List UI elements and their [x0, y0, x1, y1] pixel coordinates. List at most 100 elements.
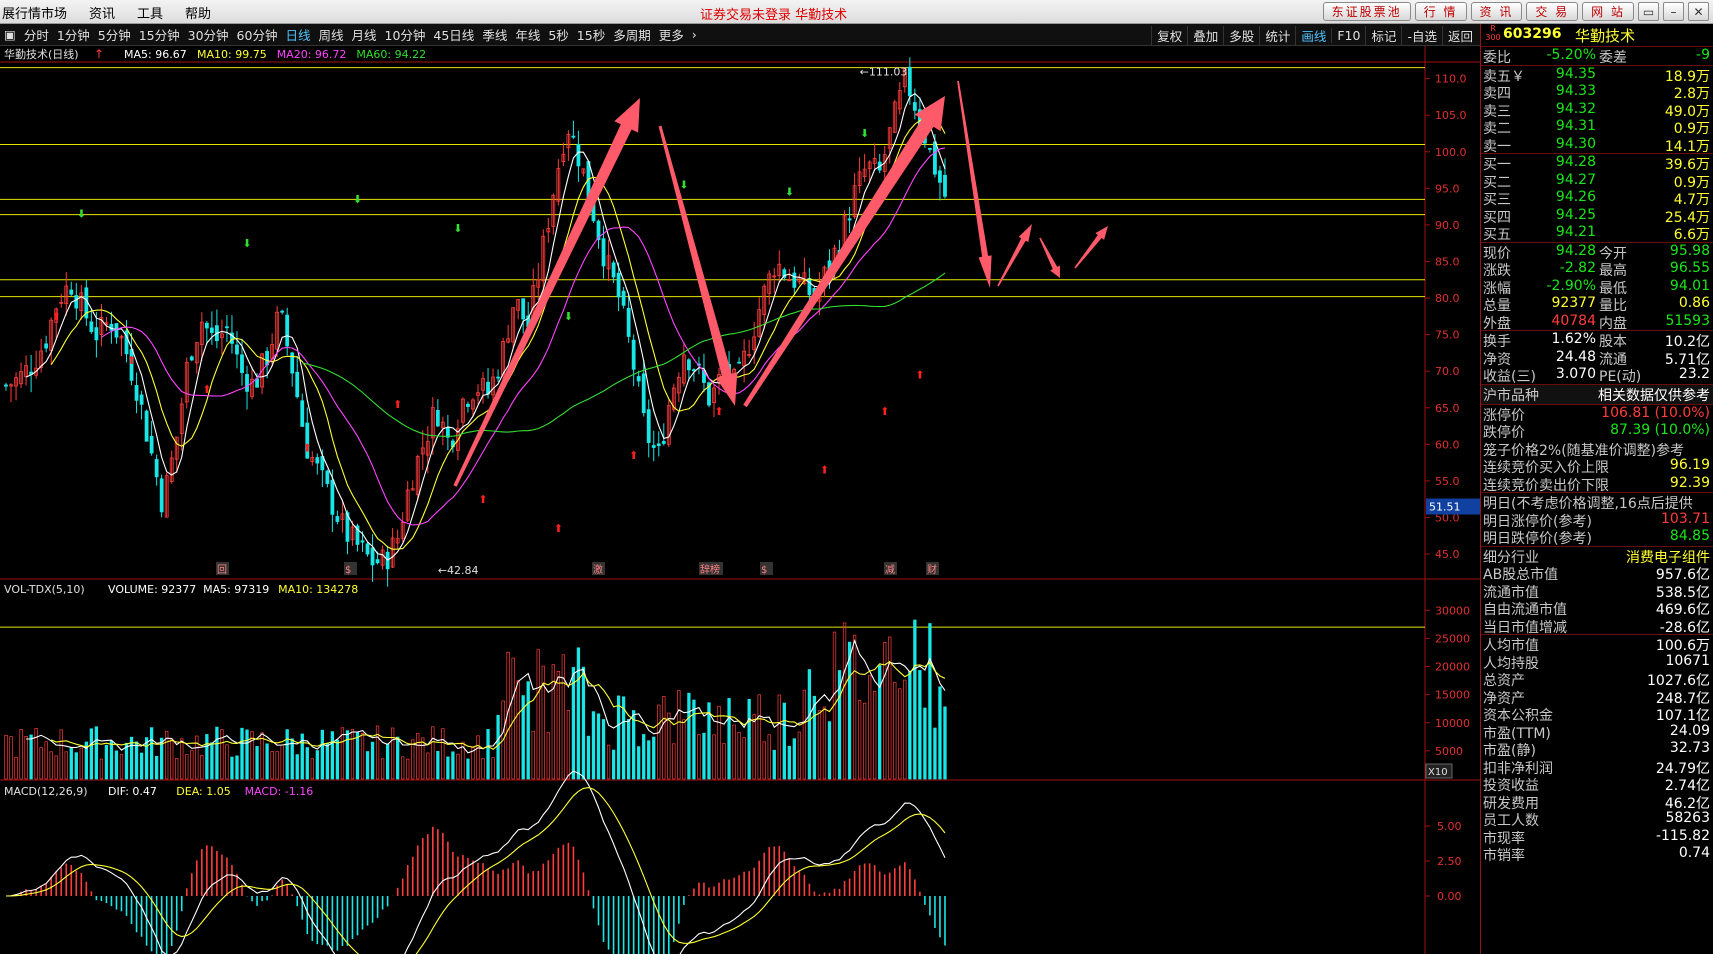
candle-body	[4, 384, 8, 387]
event-tag-1: $	[345, 565, 351, 576]
bid-row-7: 买二 94.27 0.9万	[1483, 171, 1710, 191]
trade-button[interactable]: 交 易	[1526, 2, 1579, 21]
candle-body	[300, 400, 305, 427]
period-3[interactable]: 15分钟	[135, 25, 184, 44]
candle-body	[94, 327, 99, 341]
buy-marker-icon: ⬆	[52, 310, 61, 323]
fund2-row-9: 研发费用 46.2亿	[1483, 795, 1710, 812]
candle-body	[235, 344, 239, 355]
buy-marker-icon: ⬆	[880, 405, 889, 418]
tool-4[interactable]: 画线	[1295, 25, 1331, 45]
volume-bar	[812, 695, 817, 780]
volume-bar	[325, 742, 330, 780]
candle-body	[280, 310, 285, 313]
candle-body	[686, 359, 691, 371]
stat-row-13: 涨幅 -2.90% 最低 94.01	[1483, 277, 1710, 297]
period-1[interactable]: 1分钟	[53, 25, 94, 44]
period-9[interactable]: 10分钟	[381, 25, 430, 44]
event-tag-3: 辞榜	[700, 563, 720, 576]
period-6[interactable]: 日线	[281, 25, 314, 44]
volume-bar	[908, 671, 912, 780]
volume-bar	[385, 743, 390, 780]
menu-help[interactable]: 帮助	[185, 3, 211, 22]
chart-bg	[0, 46, 1480, 954]
volume-bar	[230, 756, 234, 780]
ma-label-1: MA10: 99.75	[197, 48, 267, 61]
candle-body	[335, 516, 340, 522]
news-button[interactable]: 资 讯	[1470, 2, 1523, 21]
tool-5[interactable]: F10	[1331, 27, 1365, 43]
candle-body	[225, 326, 229, 329]
top-buttons: 东证股票池 行 情 资 讯 交 易 网 站 ▭ – ✕	[1322, 2, 1709, 21]
volume-bar	[747, 699, 751, 780]
restore-icon[interactable]: ▭	[1638, 2, 1659, 21]
stat-row-17: 净资 24.48 流通 5.71亿	[1483, 348, 1710, 368]
ma-label-2: MA20: 96.72	[277, 48, 347, 61]
fund2-row-0: 人均市值 100.6万	[1483, 638, 1710, 654]
minimize-icon[interactable]: –	[1663, 2, 1684, 21]
volume-bar	[355, 731, 360, 780]
candle-body	[631, 339, 636, 370]
fund2-row-4: 资本公积金 107.1亿	[1483, 708, 1710, 724]
sell-marker-icon: ⬇	[353, 193, 362, 206]
candle-body	[69, 289, 74, 295]
period-11[interactable]: 季线	[478, 25, 511, 44]
candle-body	[89, 321, 94, 332]
volume-bar	[626, 719, 631, 780]
website-button[interactable]: 网 站	[1582, 2, 1634, 21]
tool-7[interactable]: -自选	[1401, 25, 1442, 45]
period-0[interactable]: 分时	[20, 25, 53, 44]
period-13[interactable]: 5秒	[544, 25, 572, 44]
ask-row-4: 卖二 94.31 0.9万	[1483, 118, 1710, 137]
tool-1[interactable]: 叠加	[1187, 25, 1223, 45]
toolbar-square-icon[interactable]: ▣	[0, 27, 20, 42]
volume-bar	[787, 745, 791, 780]
tool-6[interactable]: 标记	[1365, 25, 1401, 45]
candle-body	[375, 559, 380, 564]
kline-chart[interactable]: 华勤技术(日线) ↑ MA5: 96.67 MA10: 99.75 MA20: 96.7…	[0, 46, 1480, 954]
tool-0[interactable]: 复权	[1151, 25, 1187, 45]
fund2-row-3: 净资产 248.7亿	[1483, 690, 1710, 707]
tool-8[interactable]: 返回	[1441, 25, 1478, 45]
period-12[interactable]: 年线	[511, 25, 544, 44]
period-2[interactable]: 5分钟	[94, 25, 135, 44]
period-14[interactable]: 15秒	[573, 25, 609, 44]
price-tick-4: 90.0	[1435, 219, 1460, 232]
volume-bar	[632, 710, 636, 780]
price-tick-5: 85.0	[1435, 255, 1460, 268]
candle-body	[611, 262, 616, 278]
candle-body	[240, 354, 244, 373]
buy-marker-icon: ⬆	[127, 354, 136, 367]
chart-tools: 复权 叠加 多股 统计 画线 F10 标记 -自选 返回	[1151, 24, 1478, 46]
tool-2[interactable]: 多股	[1223, 25, 1259, 45]
volume-bar	[938, 686, 942, 780]
chevron-right-icon[interactable]: ›	[688, 27, 701, 42]
period-7[interactable]: 周线	[314, 25, 347, 44]
menu-tools[interactable]: 工具	[137, 3, 163, 22]
volume-bar	[918, 670, 922, 780]
tool-3[interactable]: 统计	[1259, 25, 1295, 45]
candle-body	[576, 143, 581, 167]
period-4[interactable]: 30分钟	[184, 25, 233, 44]
volume-bar	[847, 641, 852, 780]
volume-bar	[702, 732, 706, 780]
period-10[interactable]: 45日线	[429, 25, 478, 44]
volume-bar	[611, 749, 616, 780]
volume-bar	[89, 728, 94, 780]
title-menu-bar: 展行情市场 资讯 工具 帮助 证券交易未登录 华勤技术 东证股票池 行 情 资 …	[0, 0, 1713, 24]
candle-body	[144, 410, 149, 442]
period-8[interactable]: 月线	[347, 25, 380, 44]
quotes-button[interactable]: 行 情	[1414, 2, 1467, 21]
stock-pool-button[interactable]: 东证股票池	[1322, 2, 1411, 21]
vol-tick-3: 15000	[1435, 689, 1470, 702]
menu-market[interactable]: 展行情市场	[2, 3, 67, 22]
period-5[interactable]: 60分钟	[233, 25, 282, 44]
volume-bar	[305, 747, 309, 780]
volume-bar	[943, 706, 947, 780]
period-16[interactable]: 更多	[655, 25, 688, 44]
vol-tick-5: 5000	[1435, 745, 1463, 758]
candle-body	[737, 361, 742, 364]
period-15[interactable]: 多周期	[609, 25, 655, 44]
menu-news[interactable]: 资讯	[89, 3, 115, 22]
close-icon[interactable]: ✕	[1688, 2, 1709, 21]
